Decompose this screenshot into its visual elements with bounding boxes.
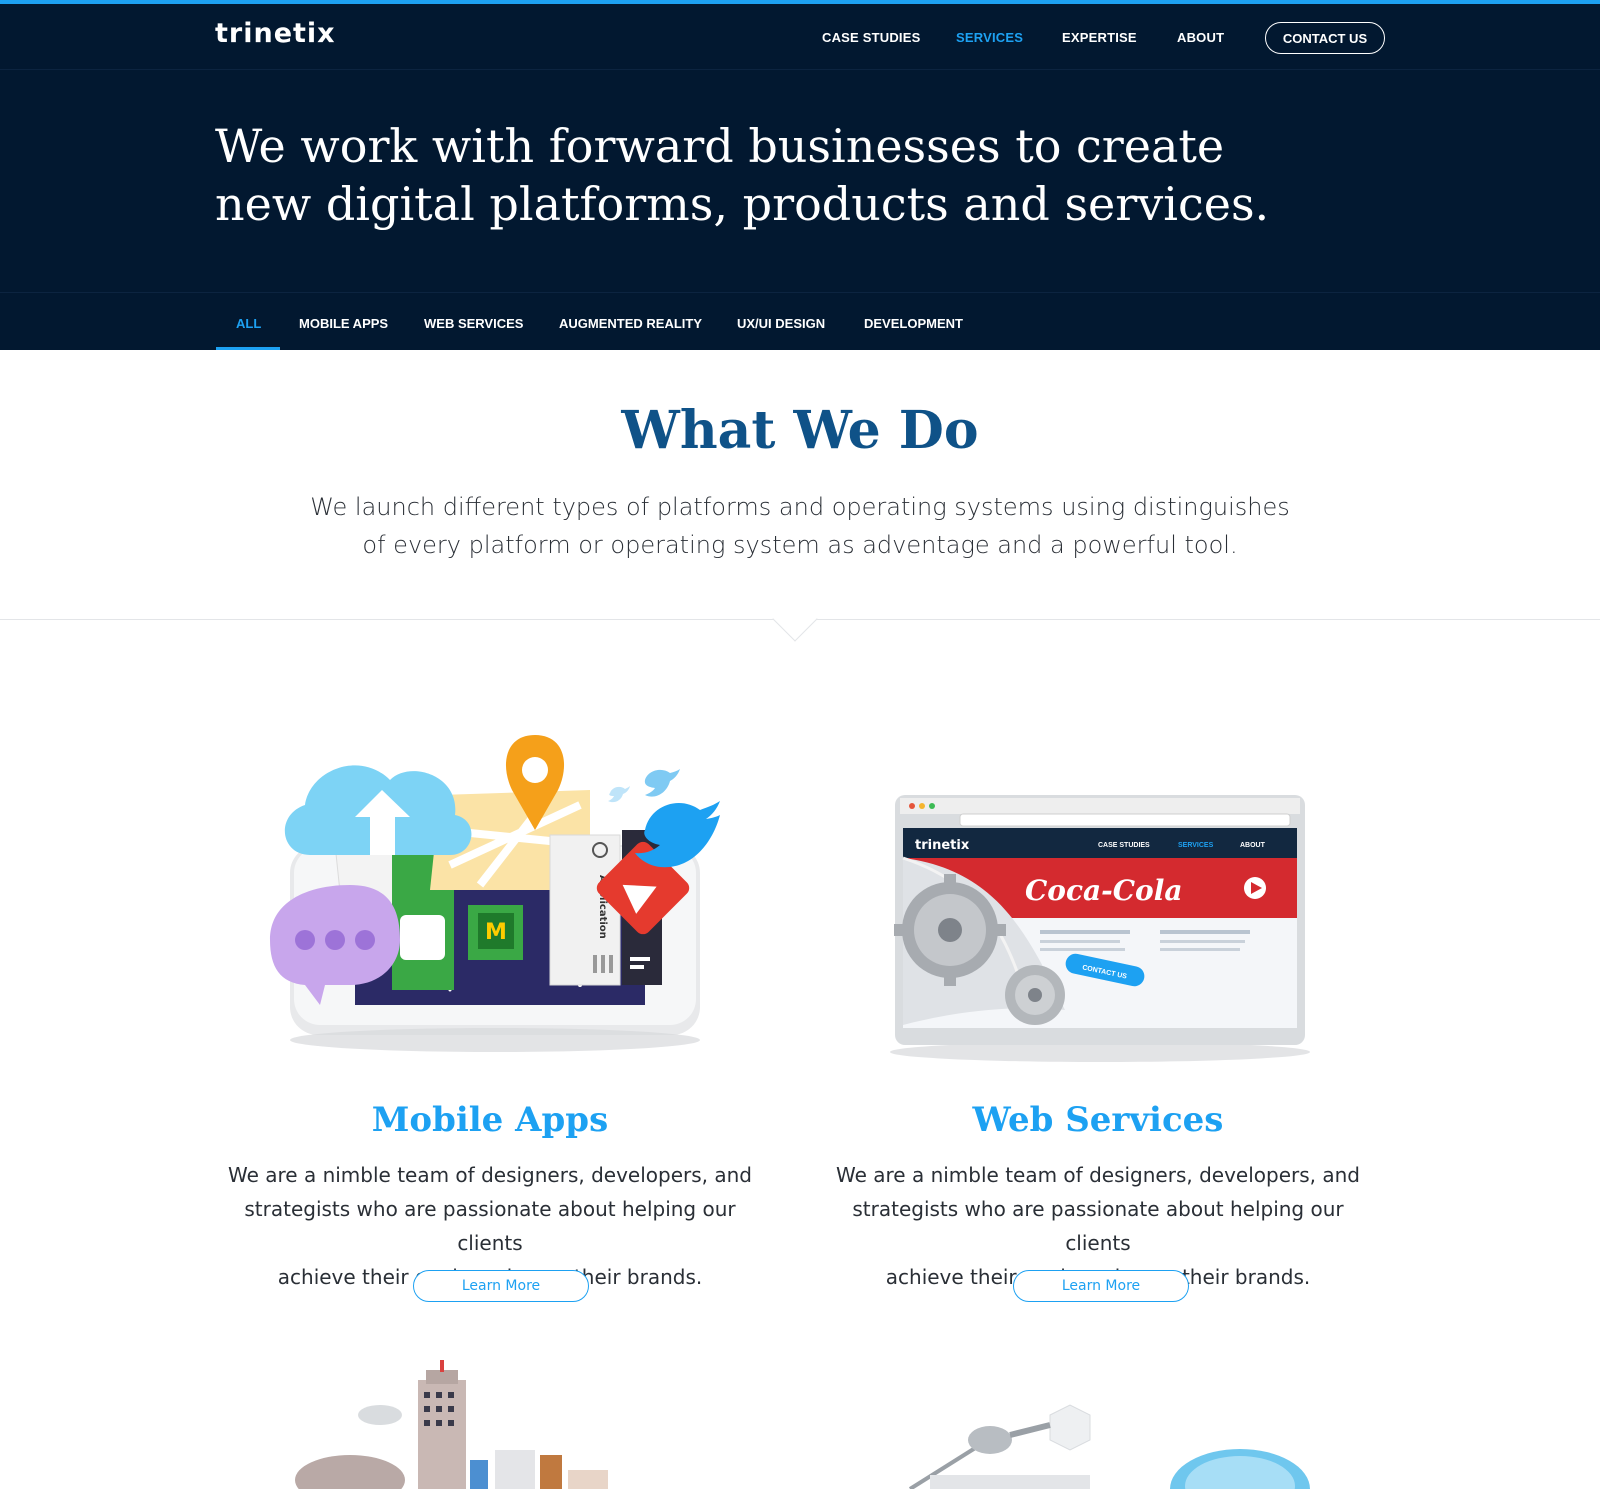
section-description: We launch different types of platforms a…	[300, 488, 1300, 564]
contact-us-button[interactable]: CONTACT US	[1265, 22, 1385, 54]
browser-nav-case-studies: CASE STUDIES	[1098, 842, 1150, 849]
service-desc-line-2: strategists who are passionate about hel…	[852, 1197, 1344, 1255]
hero-title: We work with forward businesses to creat…	[215, 117, 1315, 233]
service-desc-line-1: We are a nimble team of designers, devel…	[835, 1163, 1360, 1187]
service-desc-line-1: We are a nimble team of designers, devel…	[227, 1163, 752, 1187]
tab-all[interactable]: ALL	[236, 316, 261, 331]
browser-logo: Trinetix	[915, 838, 970, 853]
top-accent-line	[0, 0, 1600, 4]
tabbar-divider	[0, 292, 1600, 293]
svg-text:M: M	[485, 920, 507, 945]
development-illustration	[908, 1404, 1310, 1489]
nav-case-studies[interactable]: CASE STUDIES	[822, 30, 920, 45]
section-title: What We Do	[621, 400, 979, 461]
twitter-small-icon	[644, 769, 680, 797]
tab-ux-ui-design[interactable]: UX/UI DESIGN	[737, 316, 825, 331]
mobile-apps-illustration: M Application	[270, 735, 720, 1052]
learn-more-button[interactable]: Learn More	[1013, 1270, 1189, 1302]
hero-title-line-1: We work with forward businesses to creat…	[215, 119, 1225, 173]
tab-development[interactable]: DEVELOPMENT	[864, 316, 963, 331]
nav-services[interactable]: SERVICES	[956, 30, 1023, 45]
web-services-illustration: Trinetix CASE STUDIES SERVICES ABOUT Coc…	[890, 795, 1310, 1062]
learn-more-button[interactable]: Learn More	[413, 1270, 589, 1302]
browser-nav-about: ABOUT	[1240, 842, 1266, 849]
separator-notch	[772, 596, 818, 642]
browser-nav-services: SERVICES	[1178, 842, 1214, 849]
nav-about[interactable]: ABOUT	[1177, 30, 1224, 45]
hero-title-line-2: new digital platforms, products and serv…	[215, 177, 1270, 231]
nav-expertise[interactable]: EXPERTISE	[1062, 30, 1137, 45]
section-desc-line-1: We launch different types of platforms a…	[310, 493, 1290, 521]
tab-mobile-apps[interactable]: MOBILE APPS	[299, 316, 388, 331]
small-gear-icon	[1005, 965, 1065, 1025]
service-title: Mobile Apps	[371, 1100, 609, 1140]
tab-web-services[interactable]: WEB SERVICES	[424, 316, 523, 331]
nav-divider	[0, 69, 1600, 70]
service-title: Web Services	[972, 1100, 1224, 1140]
section-desc-line-2: of every platform or operating system as…	[362, 531, 1238, 559]
twitter-icon	[635, 801, 720, 868]
active-tab-indicator	[216, 347, 280, 350]
tab-augmented-reality[interactable]: AUGMENTED REALITY	[559, 316, 702, 331]
augmented-reality-illustration	[295, 1360, 608, 1489]
service-desc-line-2: strategists who are passionate about hel…	[244, 1197, 736, 1255]
coca-cola-logo: Coca-Cola	[1025, 874, 1183, 907]
